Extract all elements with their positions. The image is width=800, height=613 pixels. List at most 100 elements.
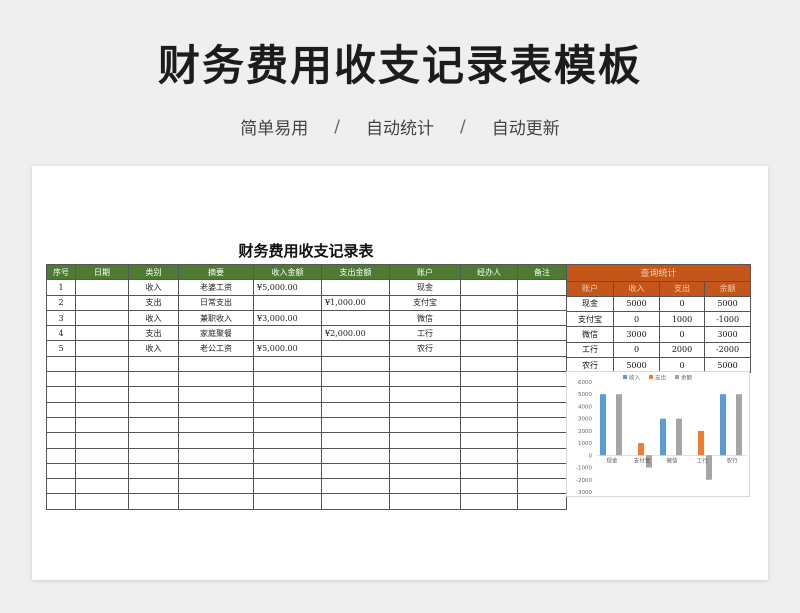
cell-date[interactable] [75, 294, 129, 311]
stats-cell[interactable]: 1000 [659, 311, 705, 328]
empty-cell[interactable] [75, 416, 129, 434]
empty-cell[interactable] [389, 493, 461, 510]
cell-note[interactable] [517, 309, 567, 327]
stats-cell[interactable]: 工行 [566, 341, 614, 358]
empty-cell[interactable] [75, 355, 129, 373]
empty-cell[interactable] [128, 386, 179, 403]
cell-expense[interactable]: ¥1,000.00 [321, 294, 390, 311]
empty-cell[interactable] [460, 447, 518, 464]
stats-cell[interactable]: 支付宝 [566, 311, 614, 328]
empty-cell[interactable] [460, 355, 518, 373]
cell-no[interactable]: 1 [46, 279, 76, 296]
col-header[interactable]: 支出金额 [321, 263, 390, 281]
stats-cell[interactable]: 0 [613, 341, 660, 358]
col-header[interactable]: 序号 [46, 263, 76, 281]
empty-cell[interactable] [460, 493, 518, 510]
empty-cell[interactable] [128, 401, 179, 418]
cell-summary[interactable]: 家庭聚餐 [178, 325, 254, 342]
col-header[interactable]: 摘要 [178, 263, 254, 281]
empty-cell[interactable] [75, 432, 129, 449]
stats-cell[interactable]: -1000 [704, 311, 751, 328]
empty-cell[interactable] [517, 401, 567, 418]
empty-cell[interactable] [46, 371, 76, 388]
cell-date[interactable] [75, 309, 129, 327]
cell-type[interactable]: 支出 [128, 294, 179, 311]
empty-cell[interactable] [253, 462, 322, 480]
empty-cell[interactable] [389, 371, 461, 388]
empty-cell[interactable] [46, 447, 76, 464]
empty-cell[interactable] [178, 462, 254, 480]
stats-cell[interactable]: 5000 [704, 295, 751, 313]
empty-cell[interactable] [517, 478, 567, 495]
cell-expense[interactable] [321, 340, 390, 357]
empty-cell[interactable] [253, 355, 322, 373]
col-header[interactable]: 收入金额 [253, 263, 322, 281]
cell-summary[interactable]: 老婆工资 [178, 279, 254, 296]
stats-col-header[interactable]: 支出 [659, 280, 705, 297]
empty-cell[interactable] [321, 462, 390, 480]
stats-col-header[interactable]: 余额 [704, 280, 751, 297]
cell-no[interactable]: 3 [46, 309, 76, 327]
empty-cell[interactable] [178, 432, 254, 449]
empty-cell[interactable] [517, 416, 567, 434]
cell-date[interactable] [75, 279, 129, 296]
cell-no[interactable]: 4 [46, 325, 76, 342]
empty-cell[interactable] [46, 386, 76, 403]
stats-cell[interactable]: -2000 [704, 341, 751, 358]
empty-cell[interactable] [389, 386, 461, 403]
cell-type[interactable]: 收入 [128, 279, 179, 296]
empty-cell[interactable] [389, 462, 461, 480]
empty-cell[interactable] [321, 371, 390, 388]
stats-cell[interactable]: 3000 [704, 326, 751, 343]
empty-cell[interactable] [460, 386, 518, 403]
cell-type[interactable]: 支出 [128, 325, 179, 342]
stats-cell[interactable]: 3000 [613, 326, 660, 343]
empty-cell[interactable] [460, 462, 518, 480]
cell-income[interactable] [253, 325, 322, 342]
empty-cell[interactable] [253, 386, 322, 403]
empty-cell[interactable] [178, 401, 254, 418]
cell-handler[interactable] [460, 309, 518, 327]
cell-note[interactable] [517, 325, 567, 342]
stats-cell[interactable]: 现金 [566, 295, 614, 313]
cell-handler[interactable] [460, 340, 518, 357]
empty-cell[interactable] [128, 462, 179, 480]
empty-cell[interactable] [321, 355, 390, 373]
cell-income[interactable]: ¥5,000.00 [253, 279, 322, 296]
empty-cell[interactable] [178, 355, 254, 373]
cell-type[interactable]: 收入 [128, 340, 179, 357]
empty-cell[interactable] [253, 478, 322, 495]
empty-cell[interactable] [253, 401, 322, 418]
stats-cell[interactable]: 微信 [566, 326, 614, 343]
empty-cell[interactable] [389, 416, 461, 434]
empty-cell[interactable] [517, 355, 567, 373]
cell-handler[interactable] [460, 294, 518, 311]
empty-cell[interactable] [460, 478, 518, 495]
cell-account[interactable]: 农行 [389, 340, 461, 357]
empty-cell[interactable] [46, 416, 76, 434]
empty-cell[interactable] [517, 432, 567, 449]
cell-note[interactable] [517, 279, 567, 296]
empty-cell[interactable] [46, 478, 76, 495]
empty-cell[interactable] [389, 401, 461, 418]
empty-cell[interactable] [517, 386, 567, 403]
empty-cell[interactable] [253, 416, 322, 434]
empty-cell[interactable] [517, 371, 567, 388]
cell-handler[interactable] [460, 279, 518, 296]
cell-expense[interactable] [321, 309, 390, 327]
empty-cell[interactable] [321, 416, 390, 434]
empty-cell[interactable] [517, 447, 567, 464]
empty-cell[interactable] [128, 478, 179, 495]
empty-cell[interactable] [75, 447, 129, 464]
empty-cell[interactable] [46, 493, 76, 510]
cell-account[interactable]: 现金 [389, 279, 461, 296]
cell-account[interactable]: 微信 [389, 309, 461, 327]
empty-cell[interactable] [46, 401, 76, 418]
cell-summary[interactable]: 日常支出 [178, 294, 254, 311]
empty-cell[interactable] [128, 416, 179, 434]
empty-cell[interactable] [128, 355, 179, 373]
empty-cell[interactable] [460, 416, 518, 434]
empty-cell[interactable] [389, 447, 461, 464]
empty-cell[interactable] [389, 355, 461, 373]
empty-cell[interactable] [321, 401, 390, 418]
